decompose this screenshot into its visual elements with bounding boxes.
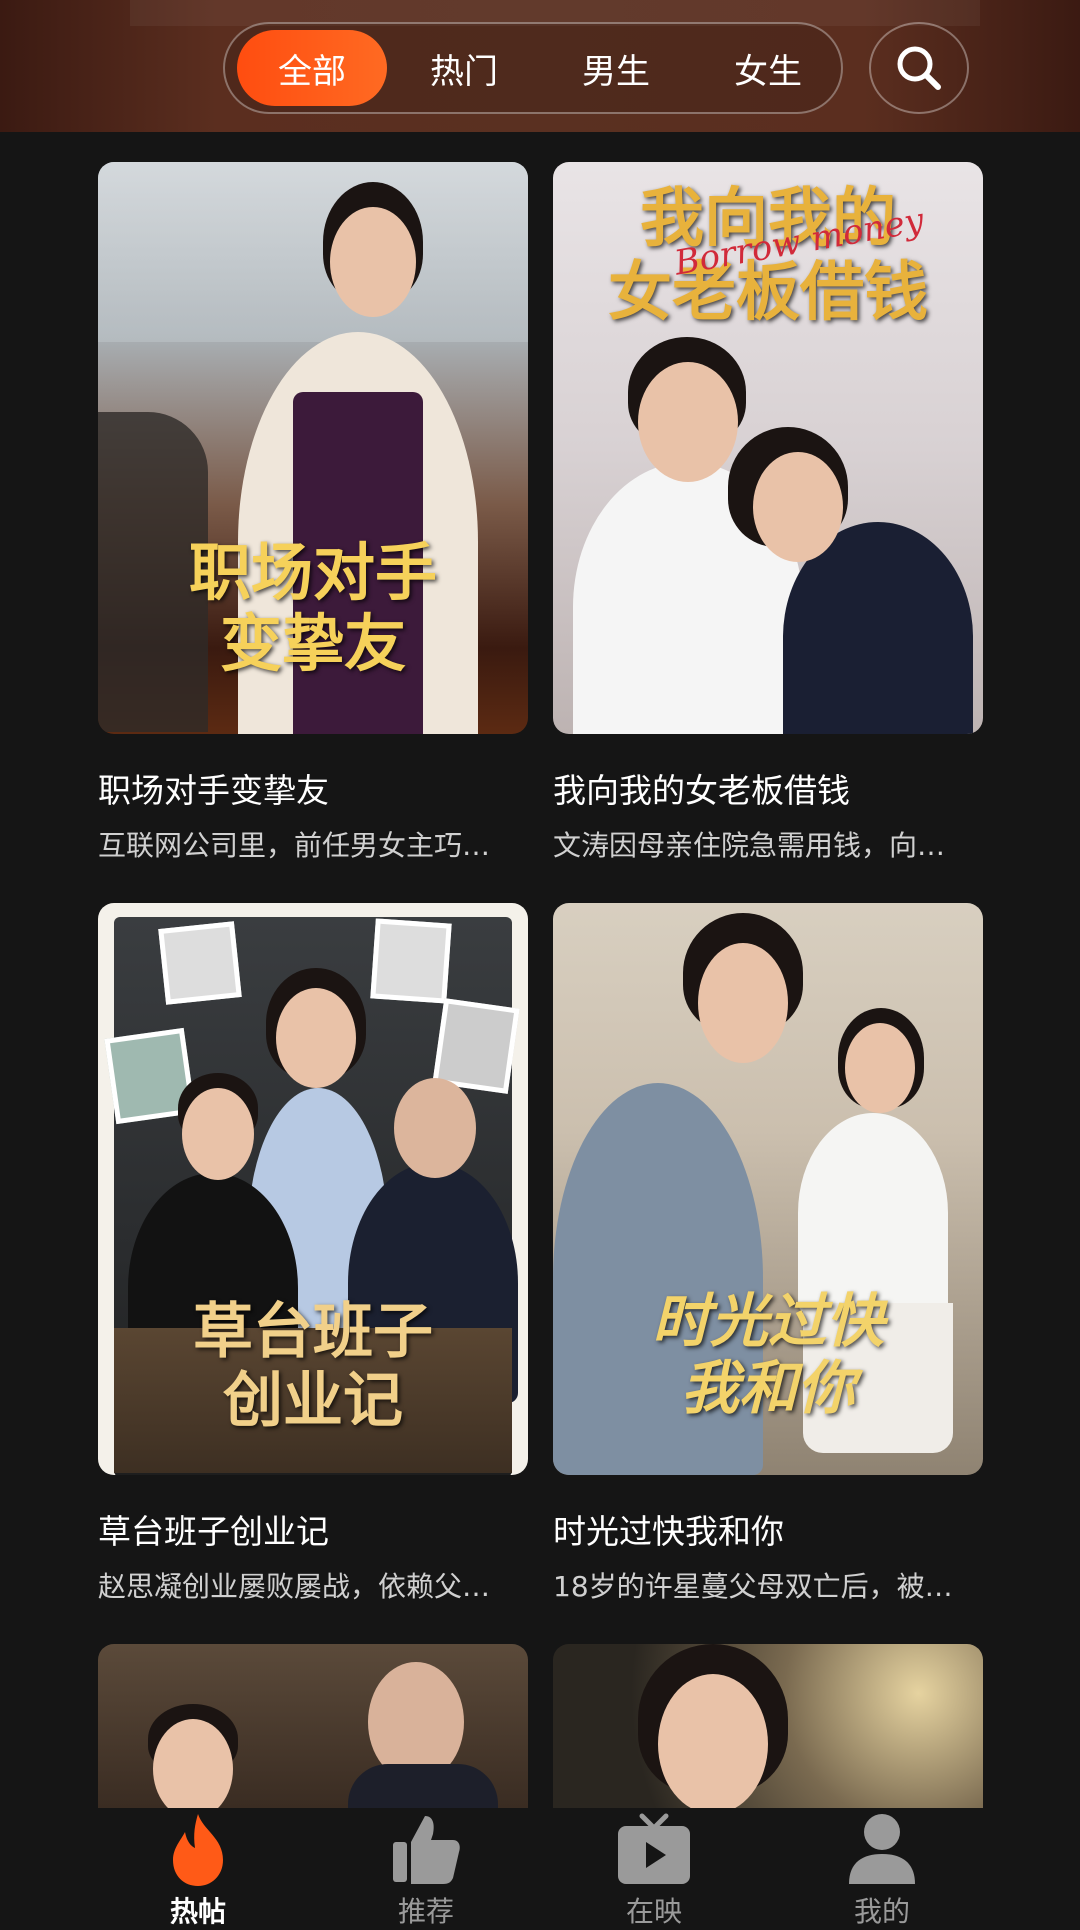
nav-recommend[interactable]: 推荐 (346, 1808, 506, 1928)
card-title[interactable]: 我向我的女老板借钱 (553, 764, 983, 812)
bottom-nav: 热帖 推荐 在映 我的 (0, 1808, 1080, 1928)
search-button[interactable] (869, 22, 969, 114)
tab-female[interactable]: 女生 (693, 30, 843, 106)
drama-card[interactable]: 职场对手 变挚友 职场对手变挚友 互联网公司里，前任男女主巧… (98, 162, 528, 862)
poster-image[interactable]: 职场对手 变挚友 (98, 162, 528, 734)
poster-image[interactable]: 草台班子 创业记 (98, 903, 528, 1475)
tv-play-icon (618, 1813, 690, 1884)
drama-card[interactable]: 我向我的 女老板借钱 Borrow money 我向我的女老板借钱 文涛因母亲住… (553, 162, 983, 862)
poster-title-line1: 时光过快 (651, 1287, 884, 1355)
drama-card[interactable]: 草台班子 创业记 草台班子创业记 赵思凝创业屡败屡战，依赖父… (98, 903, 528, 1603)
poster-image[interactable] (553, 1644, 983, 1808)
drama-card[interactable]: 时光过快 我和你 时光过快我和你 18岁的许星蔓父母双亡后，被… (553, 903, 983, 1603)
nav-now-showing[interactable]: 在映 (574, 1808, 734, 1928)
tab-all[interactable]: 全部 (237, 30, 387, 106)
nav-hot-posts[interactable]: 热帖 (118, 1808, 278, 1928)
tab-hot[interactable]: 热门 (389, 30, 539, 106)
user-icon (849, 1814, 915, 1884)
nav-label: 在映 (625, 1895, 682, 1928)
poster-title-line1: 职场对手 (188, 536, 437, 609)
card-title[interactable]: 时光过快我和你 (553, 1505, 983, 1553)
card-description: 18岁的许星蔓父母双亡后，被… (553, 1570, 953, 1603)
nav-profile[interactable]: 我的 (802, 1808, 962, 1928)
poster-image[interactable]: 我向我的 女老板借钱 Borrow money (553, 162, 983, 734)
thumbs-up-icon (393, 1816, 460, 1884)
poster-title-line1: 草台班子 (193, 1297, 433, 1367)
poster-image[interactable] (98, 1644, 528, 1808)
search-icon (897, 46, 941, 90)
drama-card[interactable] (98, 1644, 528, 1808)
category-tabs: 全部 热门 男生 女生 (223, 22, 843, 114)
nav-label: 热帖 (169, 1895, 226, 1928)
poster-image[interactable]: 时光过快 我和你 (553, 903, 983, 1475)
nav-label: 我的 (853, 1895, 910, 1928)
tab-male[interactable]: 男生 (541, 30, 691, 106)
card-description: 文涛因母亲住院急需用钱，向… (553, 829, 946, 862)
poster-title-line2: 我和你 (680, 1353, 855, 1422)
top-bar: 全部 热门 男生 女生 (0, 0, 1080, 132)
card-description: 赵思凝创业屡败屡战，依赖父… (98, 1570, 491, 1603)
flame-icon (173, 1814, 223, 1886)
poster-title-line2: 变挚友 (219, 607, 406, 681)
card-description: 互联网公司里，前任男女主巧… (98, 829, 491, 862)
drama-card[interactable] (553, 1644, 983, 1808)
card-title[interactable]: 草台班子创业记 (98, 1505, 528, 1553)
nav-label: 推荐 (397, 1895, 454, 1928)
card-title[interactable]: 职场对手变挚友 (98, 764, 528, 812)
poster-title-line2: 创业记 (223, 1366, 403, 1436)
